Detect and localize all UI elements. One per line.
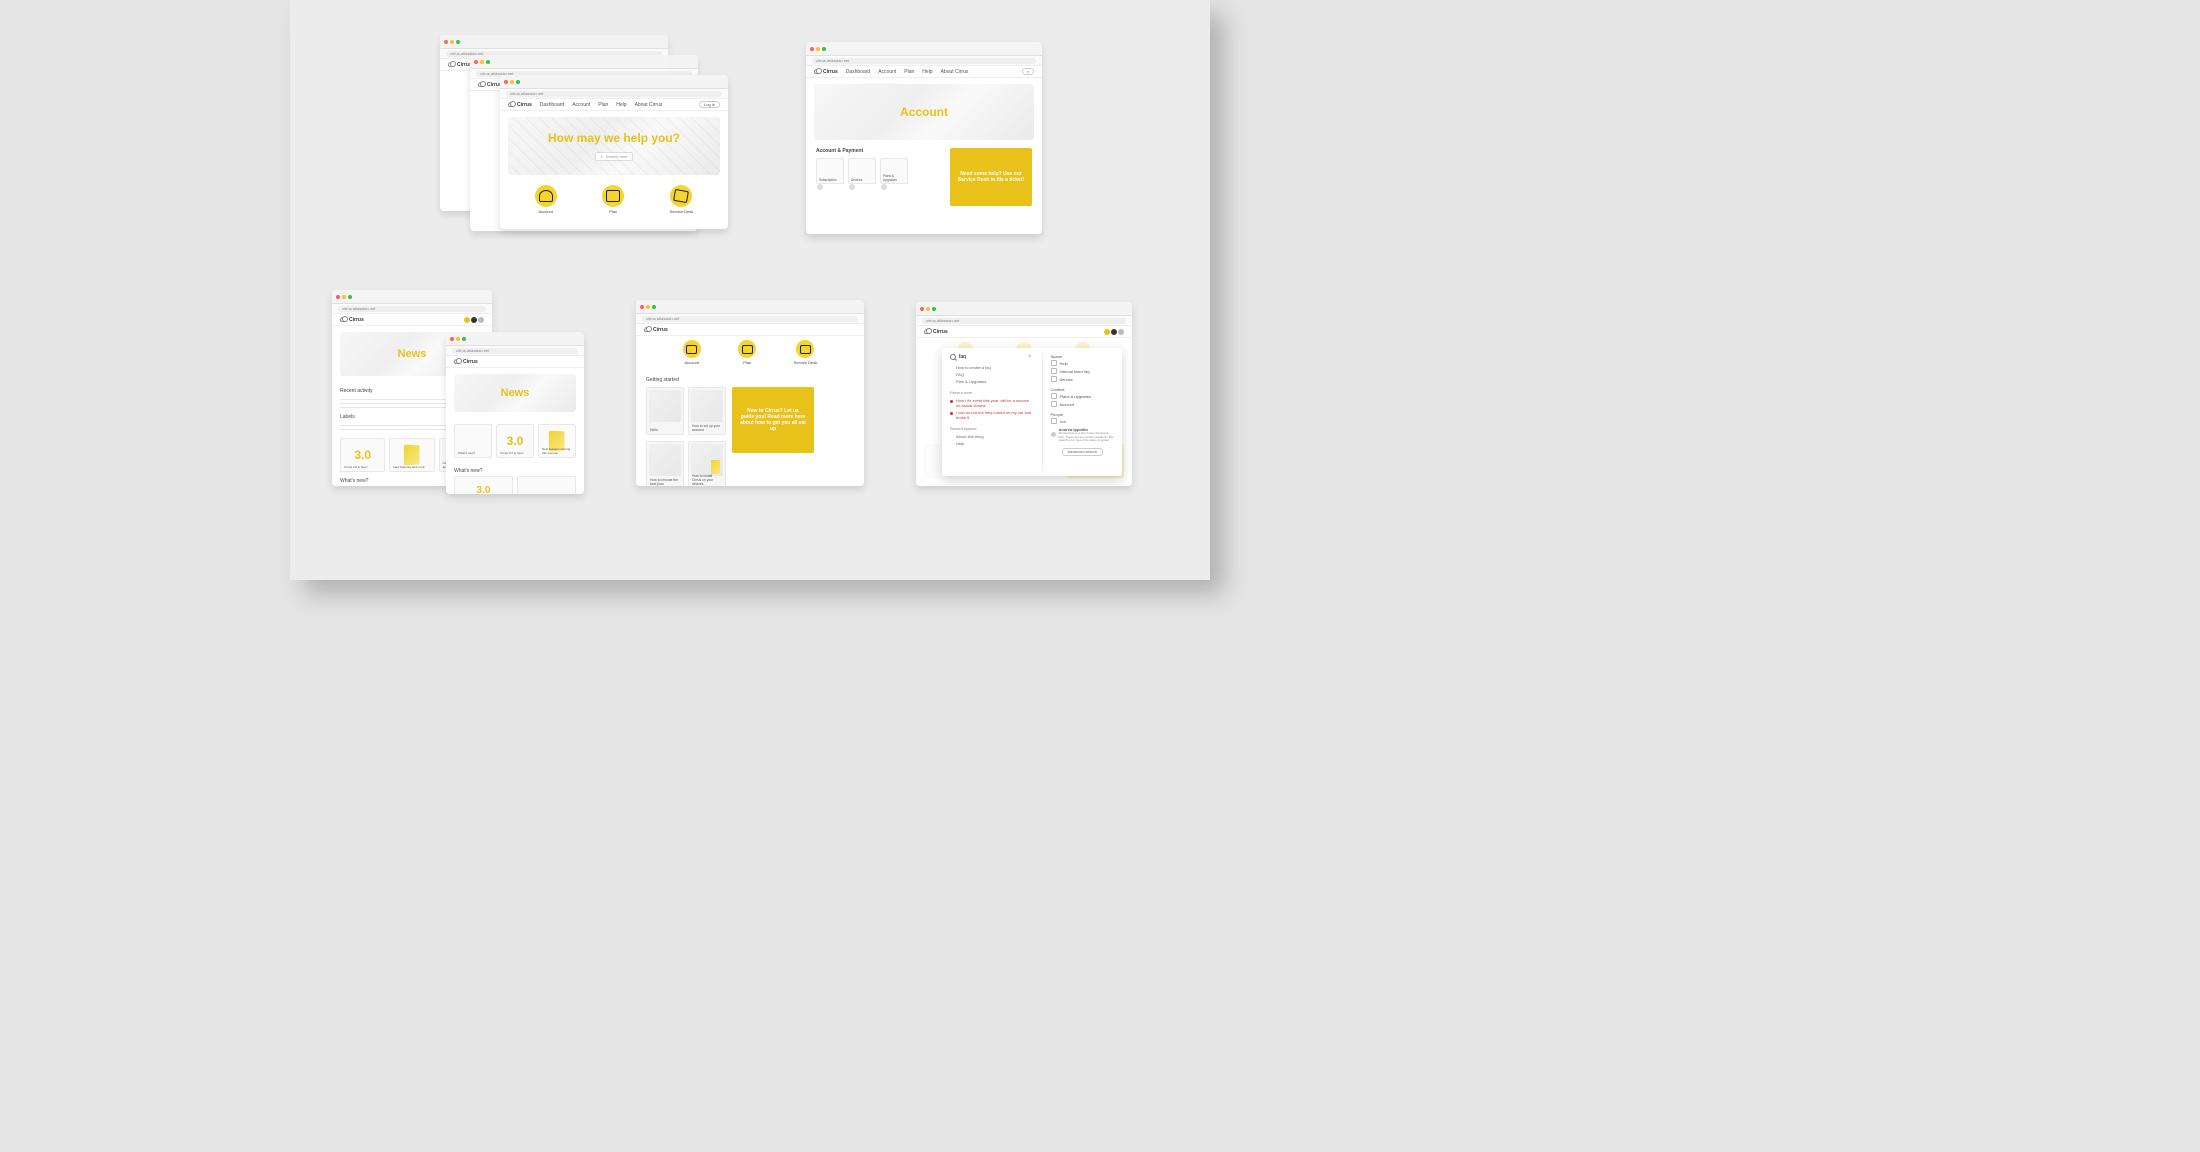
news-card[interactable]: What's new? <box>454 424 492 458</box>
brand-logo[interactable]: Cirrus <box>814 69 838 75</box>
url-bar[interactable]: cirrus.atlassian.net <box>642 316 858 322</box>
search-window: cirrus.atlassian.net Cirrus <box>916 302 1132 486</box>
news-card[interactable]: New features coming this summer <box>538 424 576 458</box>
search-icon <box>950 354 956 360</box>
brand-logo[interactable]: Cirrus <box>448 62 472 68</box>
gs-card[interactable]: How to set up your account <box>688 387 726 435</box>
nav-item[interactable]: Plan <box>598 102 608 108</box>
nav-item[interactable]: About Cirrus <box>941 69 969 75</box>
nav-item[interactable]: Account <box>572 102 590 108</box>
filter-item[interactable]: Service <box>1051 375 1114 383</box>
news-card[interactable]: 3.0 Cirrus 2.0 is here! <box>340 438 385 472</box>
nav-item[interactable]: Dashboard <box>846 69 870 75</box>
nav-item[interactable]: Dashboard <box>540 102 564 108</box>
nav-item[interactable]: Help <box>922 69 932 75</box>
card-subscription[interactable]: Subscription <box>816 158 844 184</box>
avatar <box>1051 432 1056 437</box>
getting-started-window: cirrus.atlassian.net Cirrus Account Plan… <box>636 300 864 486</box>
tile-account[interactable]: Account <box>683 340 701 365</box>
news-card[interactable]: 3.0 Cirrus 3.0 is here! <box>496 424 534 458</box>
login-button[interactable]: Log in <box>699 101 720 108</box>
search-input[interactable] <box>959 354 1025 360</box>
url-bar[interactable]: cirrus.atlassian.net <box>812 58 1036 64</box>
search-pill[interactable]: ⌕ <box>1022 68 1034 75</box>
gs-card[interactable]: How to install Cirrus on your devices <box>688 441 726 486</box>
nav-item[interactable]: About Cirrus <box>635 102 663 108</box>
nav-item[interactable]: Help <box>616 102 626 108</box>
avatar-stack <box>464 317 484 323</box>
brand-logo[interactable]: Cirrus <box>340 317 364 323</box>
nav-item[interactable]: Plan <box>904 69 914 75</box>
suggestion[interactable]: How to create a faq <box>950 364 1032 371</box>
news-card[interactable]: New features and more <box>389 438 434 472</box>
tile-plan[interactable]: Plan <box>602 185 624 214</box>
avatar <box>881 184 887 190</box>
tile-service-desk[interactable]: Service Desk <box>794 340 818 365</box>
hero: How may we help you? ⌕ Search here <box>508 117 720 175</box>
getting-started-cta[interactable]: New to Cirrus? Let us guide you! Read mo… <box>732 387 814 453</box>
recent-space[interactable]: Help <box>950 440 1032 447</box>
section-title: Getting started <box>646 377 854 383</box>
recent-item[interactable]: How I fix event this year, will be a sno… <box>950 397 1032 409</box>
filter-item[interactable]: Help <box>1051 359 1114 367</box>
advanced-search-button[interactable]: Advanced search <box>1062 448 1103 456</box>
group-header: Recent work <box>950 390 1032 395</box>
url-bar[interactable]: cirrus.atlassian.net <box>922 318 1126 324</box>
help-window-front: cirrus.atlassian.net Cirrus Dashboard Ac… <box>500 75 728 229</box>
brand-logo[interactable]: Cirrus <box>454 359 478 365</box>
hero-title: How may we help you? <box>548 131 680 145</box>
brand-logo[interactable]: Cirrus <box>644 327 668 333</box>
recent-item[interactable]: I can no but but they turned on my car a… <box>950 409 1032 421</box>
avatar-stack <box>1104 329 1124 335</box>
brand-logo[interactable]: Cirrus <box>478 82 502 88</box>
group-header: Recent spaces <box>950 426 1032 431</box>
filter-item[interactable]: Account <box>1051 400 1114 408</box>
gs-card[interactable]: How to choose the best plan <box>646 441 684 486</box>
design-board: cirrus.atlassian.net Cirrus cirrus.atlas… <box>290 0 1210 580</box>
section-title: Account & Payment <box>816 148 942 154</box>
filter-item[interactable]: Plans & upgrades <box>1051 392 1114 400</box>
section-header: What's new? <box>454 468 576 474</box>
news-card[interactable]: 3.0 Download <box>454 476 513 494</box>
account-window: cirrus.atlassian.net Cirrus Dashboard Ac… <box>806 42 1042 234</box>
search-icon: ⌕ <box>600 154 602 159</box>
recent-space[interactable]: About this thing <box>950 433 1032 440</box>
tile-account[interactable]: Account <box>535 185 557 214</box>
card-devices[interactable]: Devices <box>848 158 876 184</box>
nav-item[interactable]: Account <box>878 69 896 75</box>
gs-card[interactable]: Hello. <box>646 387 684 435</box>
brand-logo[interactable]: Cirrus <box>508 102 532 108</box>
url-bar[interactable]: cirrus.atlassian.net <box>506 91 722 97</box>
url-bar[interactable]: cirrus.atlassian.net <box>452 348 578 354</box>
news-card[interactable]: Download <box>517 476 576 494</box>
hero-search[interactable]: ⌕ Search here <box>595 152 632 161</box>
avatar <box>849 184 855 190</box>
tile-service-desk[interactable]: Service Desk <box>670 185 694 214</box>
tile-plan[interactable]: Plan <box>738 340 756 365</box>
suggestion[interactable]: FAQ <box>950 371 1032 378</box>
hero-title: Account <box>900 105 948 119</box>
search-modal: × How to create a faq FAQ Plan & Upgrade… <box>942 348 1122 476</box>
hero: News <box>454 374 576 412</box>
card-plans[interactable]: Plans & Upgrades <box>880 158 908 184</box>
news-window-front: cirrus.atlassian.net Cirrus News What's … <box>446 332 584 494</box>
brand-logo[interactable]: Cirrus <box>924 329 948 335</box>
suggestion[interactable]: Plan & Upgrades <box>950 378 1032 385</box>
avatar <box>817 184 823 190</box>
help-cta[interactable]: Need some help? Use our Service Desk to … <box>950 148 1032 206</box>
person-result[interactable]: Andrea Ippolito Shown here is a short us… <box>1051 427 1114 443</box>
filter-item[interactable]: Jon <box>1051 417 1114 425</box>
close-icon[interactable]: × <box>1028 354 1032 360</box>
filter-item[interactable]: Internal team faq <box>1051 367 1114 375</box>
url-bar[interactable]: cirrus.atlassian.net <box>338 306 486 312</box>
hero: Account <box>814 84 1034 140</box>
